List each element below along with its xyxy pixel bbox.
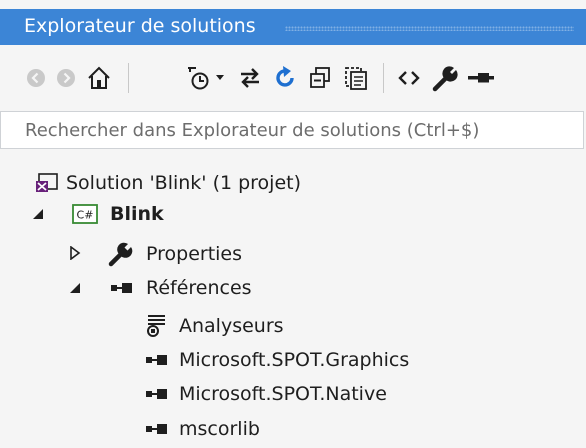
references-icon [108,275,134,301]
tree-node-references[interactable]: Références [108,271,252,305]
back-button[interactable] [23,62,49,94]
refresh-button[interactable] [270,62,300,94]
view-code-button[interactable] [394,62,424,94]
search-input[interactable]: Rechercher dans Explorateur de solutions… [0,111,584,149]
tree-node-label: Solution 'Blink' (1 projet) [66,172,302,194]
collapse-project-toggle[interactable] [31,207,45,221]
reference-icon [143,347,169,373]
preview-selected-items-button[interactable] [466,62,496,94]
tree-node-label: mscorlib [179,418,260,440]
title-bar-grip [285,26,574,31]
tree-node-reference[interactable]: Microsoft.SPOT.Native [143,377,387,411]
show-all-files-button[interactable] [341,62,371,94]
collapsed-arrow-icon [69,244,81,264]
tree-node-reference[interactable]: mscorlib [143,412,260,446]
toolbar-separator [128,63,129,93]
solution-tree: Solution 'Blink' (1 projet) C# Blink Pro… [0,149,586,448]
forward-icon [55,67,77,89]
svg-text:C#: C# [77,209,94,222]
wrench-icon [108,241,134,267]
tree-node-solution[interactable]: Solution 'Blink' (1 projet) [34,166,301,200]
tree-node-reference[interactable]: Microsoft.SPOT.Graphics [143,343,409,377]
search-placeholder: Rechercher dans Explorateur de solutions… [25,120,480,141]
properties-button[interactable] [431,62,461,94]
solution-icon [34,170,60,196]
view-code-icon [396,65,422,91]
collapse-all-button[interactable] [305,62,335,94]
expanded-arrow-icon [69,279,81,298]
back-icon [25,67,47,89]
expand-properties-toggle[interactable] [68,244,82,264]
tree-node-label: Microsoft.SPOT.Graphics [179,349,410,371]
toolbar-separator [383,63,384,93]
tree-node-analyzers[interactable]: Analyseurs [143,309,284,343]
tree-node-label: Blink [110,203,164,225]
filter-dropdown-button[interactable] [213,62,227,94]
pending-changes-filter-button[interactable] [183,62,213,94]
tree-node-project[interactable]: C# Blink [72,197,164,231]
reference-icon [143,416,169,442]
sync-icon [237,65,263,91]
collapse-all-icon [307,65,333,91]
home-icon [86,65,112,91]
tree-node-properties[interactable]: Properties [108,237,242,271]
sync-with-active-document-button[interactable] [235,62,265,94]
properties-icon [432,64,460,92]
tree-node-label: Références [146,277,252,299]
solution-explorer-panel: Explorateur de solutions Rechercher dans… [0,0,586,448]
preview-icon [467,64,495,92]
expanded-arrow-icon [32,205,44,224]
refresh-icon [272,65,298,91]
tree-node-label: Microsoft.SPOT.Native [179,383,387,405]
tree-node-label: Properties [146,243,243,265]
home-button[interactable] [84,62,114,94]
analyzer-icon [143,313,169,339]
tree-node-label: Analyseurs [179,315,284,337]
dropdown-icon [215,74,225,82]
collapse-references-toggle[interactable] [68,281,82,295]
title-bar[interactable]: Explorateur de solutions [0,9,586,45]
reference-icon [143,381,169,407]
panel-title: Explorateur de solutions [24,15,256,37]
forward-button[interactable] [53,62,79,94]
show-all-files-icon [343,65,369,91]
csharp-project-icon: C# [72,201,98,227]
toolbar [0,45,586,111]
history-icon [184,64,212,92]
